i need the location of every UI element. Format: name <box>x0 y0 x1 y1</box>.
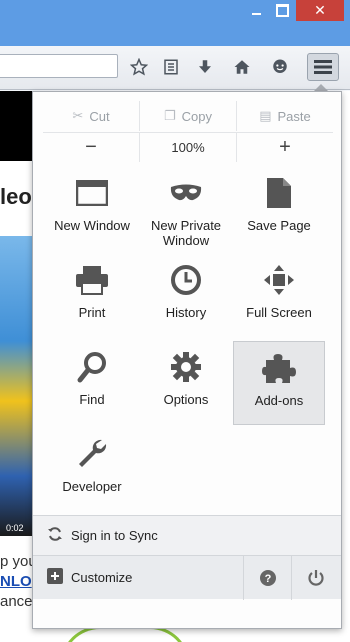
cut-button[interactable]: ✂ Cut <box>43 101 140 131</box>
maximize-icon[interactable] <box>269 0 295 21</box>
window-icon <box>76 172 108 214</box>
zoom-in-button[interactable]: + <box>237 133 333 162</box>
plus-icon: + <box>279 136 291 158</box>
add-ons-button[interactable]: Add-ons <box>233 341 325 425</box>
svg-text:?: ? <box>264 573 271 585</box>
sync-icon <box>47 526 63 545</box>
firefox-menu-panel: ✂ Cut ❐ Copy ▤ Paste − 100% + New Window <box>32 91 342 629</box>
zoom-level: 100% <box>171 140 205 155</box>
star-icon[interactable] <box>126 54 152 80</box>
copy-button[interactable]: ❐ Copy <box>140 101 237 131</box>
wrench-icon <box>76 433 108 475</box>
mask-icon <box>169 172 203 214</box>
find-button[interactable]: Find <box>46 346 138 426</box>
history-label: History <box>165 305 207 320</box>
new-window-button[interactable]: New Window <box>46 172 138 252</box>
copy-icon: ❐ <box>163 108 176 123</box>
options-label: Options <box>163 392 209 407</box>
print-label: Print <box>78 305 106 320</box>
paste-label: Paste <box>277 108 311 124</box>
save-page-button[interactable]: Save Page <box>233 172 325 252</box>
print-button[interactable]: Print <box>46 259 138 339</box>
find-label: Find <box>79 392 105 407</box>
power-icon[interactable] <box>291 555 339 600</box>
navigation-toolbar <box>0 46 350 90</box>
customize-label: Customize <box>71 570 133 585</box>
puzzle-icon <box>262 347 296 389</box>
hamburger-menu-icon[interactable] <box>307 53 339 81</box>
history-button[interactable]: History <box>140 259 232 339</box>
close-icon[interactable]: ✕ <box>296 0 344 21</box>
minimize-icon[interactable] <box>243 0 269 21</box>
save-page-label: Save Page <box>247 218 311 233</box>
help-icon[interactable]: ? <box>243 555 291 600</box>
clock-icon <box>170 259 202 301</box>
new-private-window-label: New Private Window <box>150 218 222 248</box>
download-icon[interactable] <box>192 54 218 80</box>
printer-icon <box>75 259 109 301</box>
customize-plus-icon <box>47 568 63 587</box>
edit-controls: ✂ Cut ❐ Copy ▤ Paste <box>43 101 333 131</box>
clipboard-icon: ▤ <box>259 108 272 123</box>
scissors-icon: ✂ <box>72 108 84 123</box>
sign-in-to-sync-button[interactable]: Sign in to Sync <box>33 515 341 555</box>
magnifier-icon <box>77 346 107 388</box>
copy-label: Copy <box>181 108 212 124</box>
zoom-controls: − 100% + <box>43 132 333 162</box>
url-bar[interactable] <box>0 54 118 78</box>
reading-list-icon[interactable] <box>158 54 184 80</box>
gear-icon <box>170 346 202 388</box>
customize-button[interactable]: Customize <box>33 568 243 587</box>
fullscreen-icon <box>263 259 295 301</box>
window-titlebar: ✕ <box>0 0 350 46</box>
video-player[interactable] <box>0 236 36 536</box>
page-icon <box>266 172 292 214</box>
home-icon[interactable] <box>229 54 255 80</box>
video-time: 0:02 <box>6 523 24 533</box>
minus-icon: − <box>85 136 97 158</box>
chat-icon[interactable] <box>267 54 293 80</box>
full-screen-button[interactable]: Full Screen <box>233 259 325 339</box>
customize-bar: Customize ? <box>33 555 341 600</box>
cut-label: Cut <box>89 108 110 124</box>
paste-button[interactable]: ▤ Paste <box>237 101 333 131</box>
add-ons-label: Add-ons <box>254 393 304 408</box>
sync-label: Sign in to Sync <box>71 528 158 543</box>
developer-label: Developer <box>62 479 122 494</box>
new-window-label: New Window <box>54 218 130 233</box>
zoom-reset-button[interactable]: 100% <box>140 133 237 162</box>
options-button[interactable]: Options <box>140 346 232 426</box>
zoom-out-button[interactable]: − <box>43 133 140 162</box>
page-download-link[interactable]: NLO <box>0 573 32 590</box>
full-screen-label: Full Screen <box>246 305 312 320</box>
developer-button[interactable]: Developer <box>46 433 138 513</box>
new-private-window-button[interactable]: New Private Window <box>140 172 232 252</box>
page-heading: leo <box>0 184 32 209</box>
